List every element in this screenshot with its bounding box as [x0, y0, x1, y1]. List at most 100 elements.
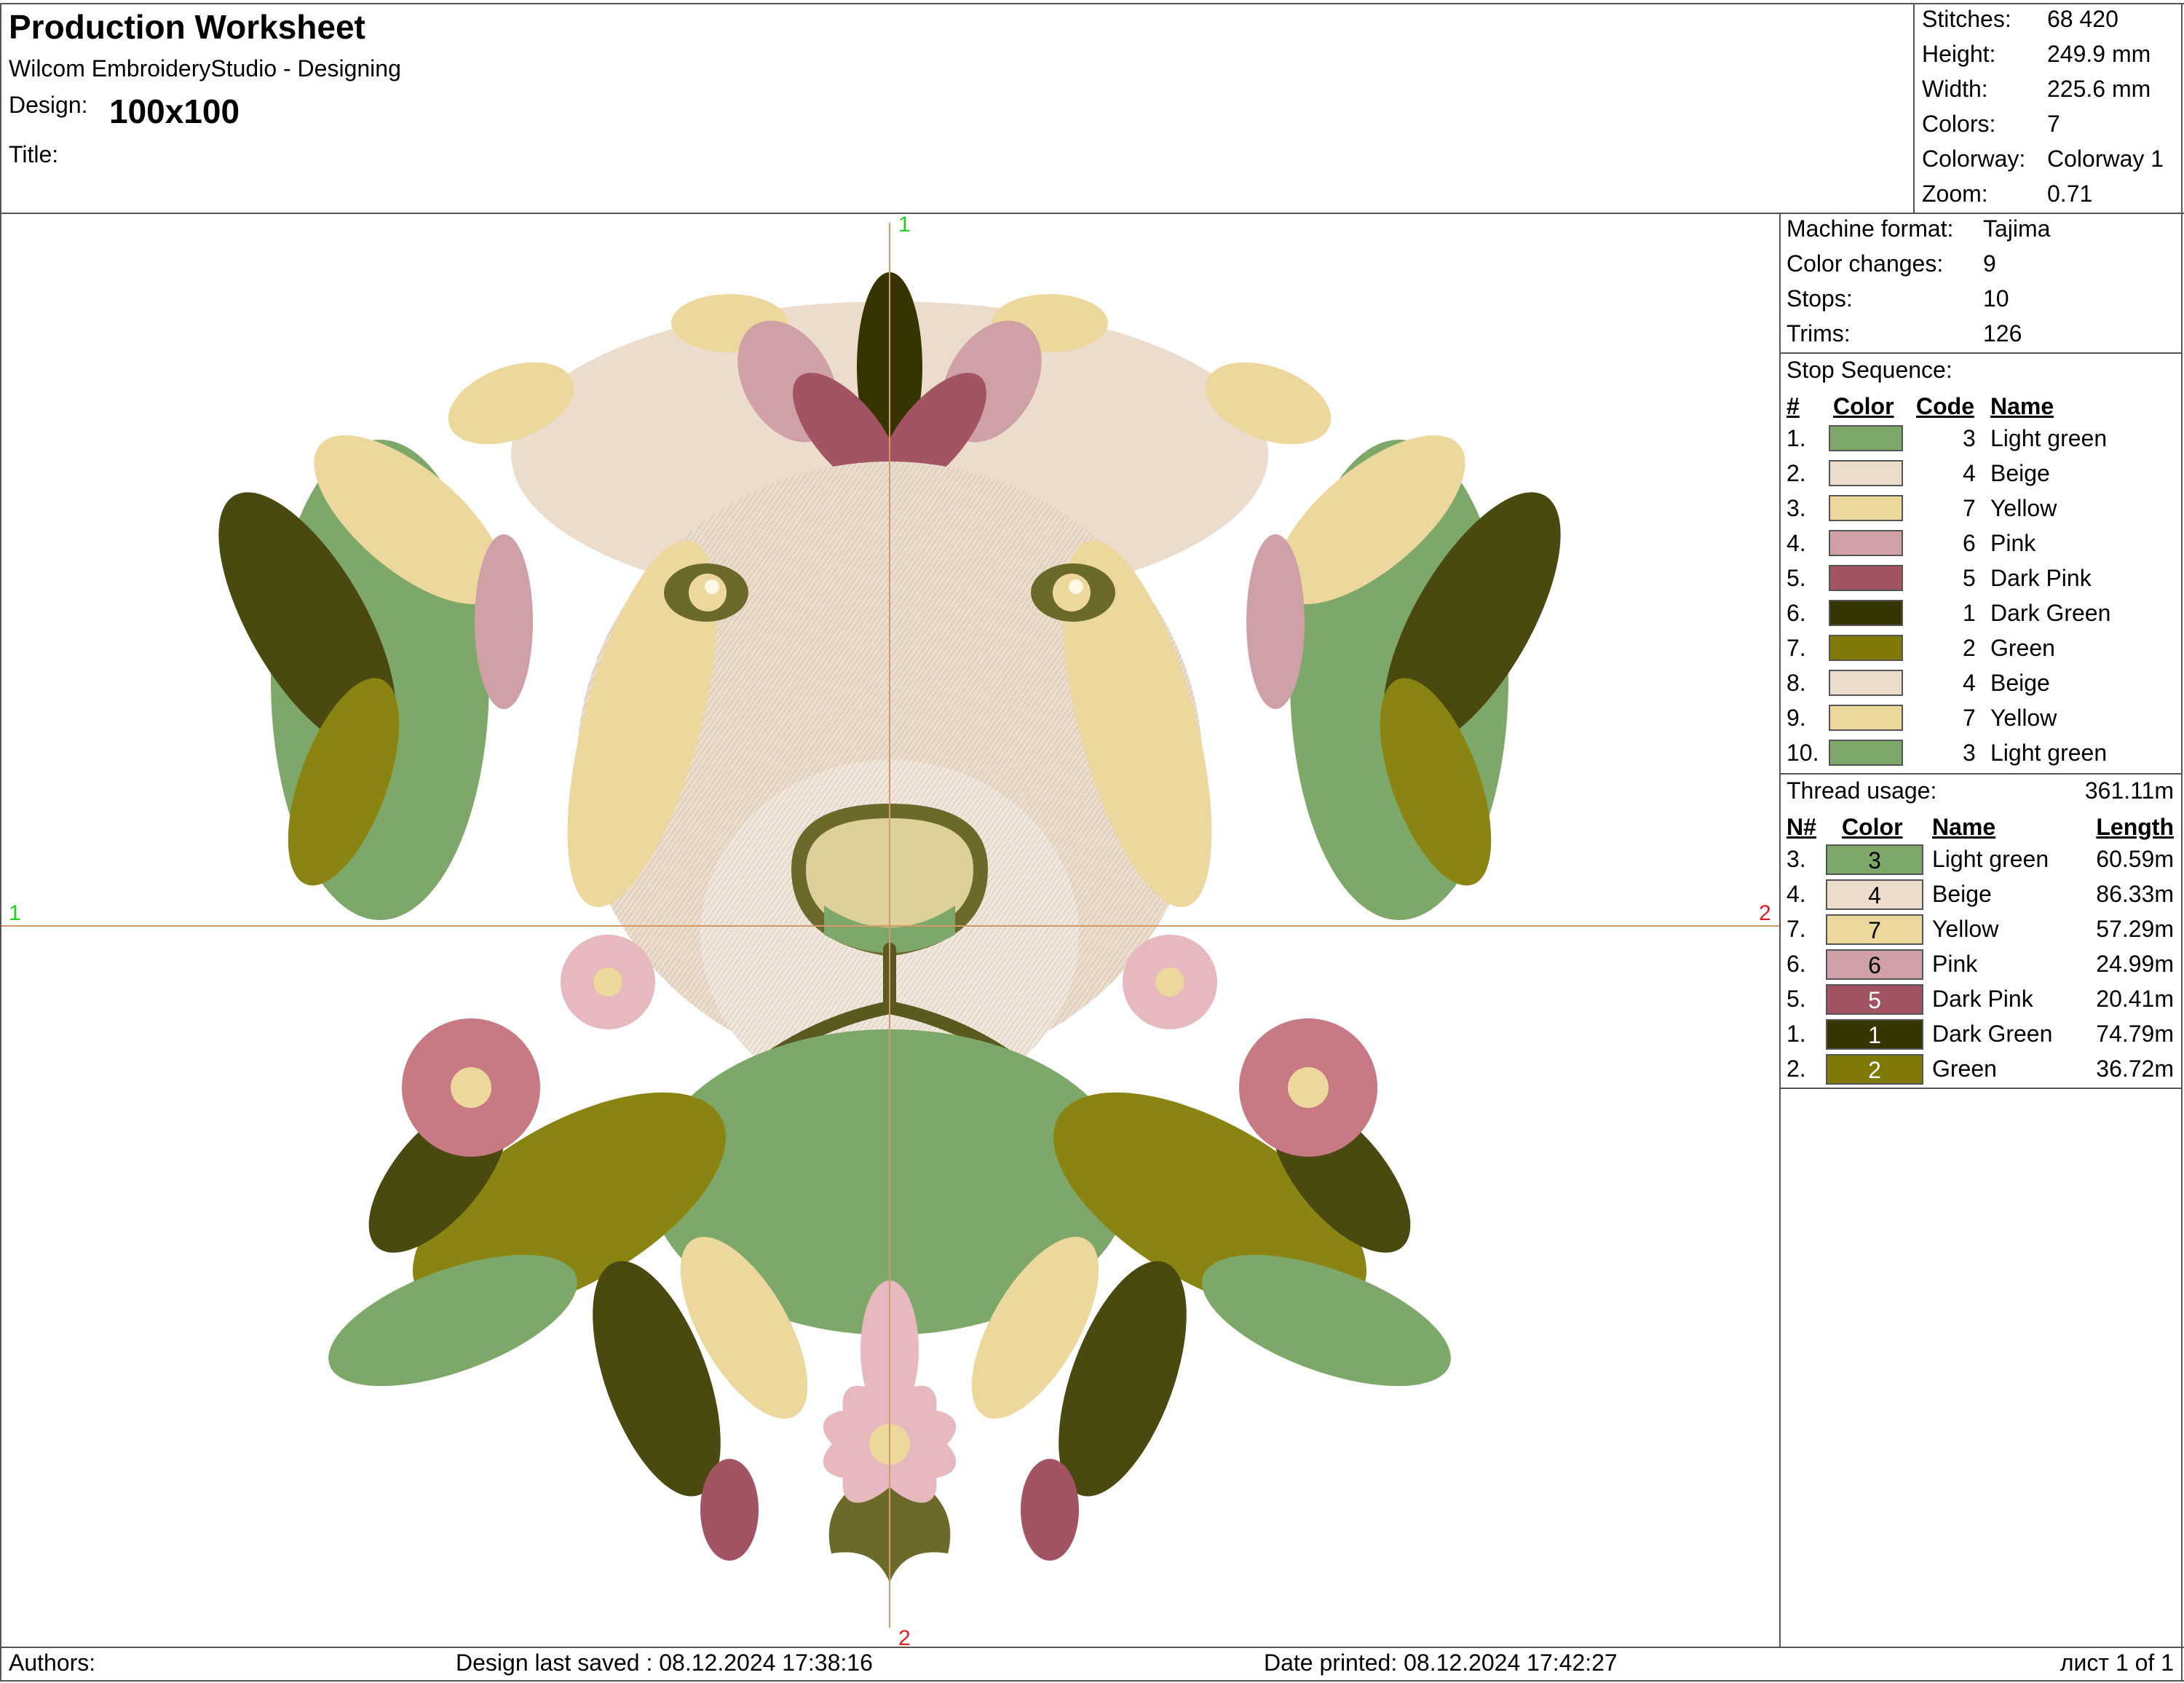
stop-code: 4	[1963, 670, 1976, 696]
stop-num: 1.	[1787, 425, 1806, 451]
stop-color-swatch	[1829, 635, 1903, 661]
stop-name: Dark Pink	[1990, 565, 2092, 591]
thread-header-color: Color	[1842, 814, 1903, 840]
top-border	[0, 3, 2184, 4]
crosshair: 1 2 1 2	[1, 214, 1779, 1647]
embroidery-design-preview: 1 2 1 2	[1, 214, 1779, 1647]
thread-num: 4.	[1787, 881, 1806, 907]
stop-color-swatch	[1829, 600, 1903, 626]
stop-name: Beige	[1990, 460, 2050, 486]
thread-num: 7.	[1787, 916, 1806, 942]
stop-color-swatch	[1829, 565, 1903, 591]
stop-header-code: Code	[1916, 393, 1974, 419]
thread-color-swatch: 2	[1826, 1054, 1923, 1085]
stop-color-swatch	[1829, 740, 1903, 766]
stop-header-color: Color	[1833, 393, 1894, 419]
thread-color-swatch: 3	[1826, 844, 1923, 875]
small-right-flower	[1123, 935, 1217, 1029]
crosshair-bottom-label: 2	[898, 1626, 911, 1647]
design-value: 100x100	[109, 92, 240, 130]
thread-name: Dark Green	[1932, 1021, 2053, 1047]
stat-value: 7	[2047, 111, 2060, 137]
stop-num: 2.	[1787, 460, 1806, 486]
thread-length: 74.79m	[2096, 1021, 2174, 1047]
footer-divider	[0, 1647, 2184, 1648]
stop-color-swatch	[1829, 670, 1903, 696]
stat-value: 249.9 mm	[2047, 41, 2151, 67]
right-border	[2181, 3, 2183, 1682]
stop-color-swatch	[1829, 495, 1903, 521]
stop-num: 4.	[1787, 530, 1806, 556]
machine-value: Tajima	[1983, 215, 2051, 242]
thread-length: 86.33m	[2096, 881, 2174, 907]
authors-label: Authors:	[9, 1650, 96, 1676]
stop-divider	[1779, 773, 2183, 775]
left-flower	[402, 1018, 540, 1157]
thread-color-swatch: 5	[1826, 984, 1923, 1015]
stop-num: 6.	[1787, 600, 1806, 626]
thread-num: 3.	[1787, 846, 1806, 872]
stop-color-swatch	[1829, 530, 1903, 556]
stop-num: 7.	[1787, 635, 1806, 661]
machine-divider	[1779, 352, 2183, 354]
stop-code: 3	[1963, 425, 1976, 451]
stat-label: Width:	[1922, 76, 1988, 102]
stop-header-num: #	[1787, 393, 1800, 419]
page-number: лист 1 of 1	[2060, 1650, 2174, 1676]
stat-label: Stitches:	[1922, 6, 2011, 32]
stop-num: 8.	[1787, 670, 1806, 696]
stop-num: 3.	[1787, 495, 1806, 521]
thread-name: Beige	[1932, 881, 1992, 907]
crosshair-top-label: 1	[898, 214, 911, 237]
crosshair-left-label: 1	[9, 901, 21, 925]
title-label: Title:	[9, 141, 59, 167]
thread-name: Pink	[1932, 951, 1978, 977]
thread-length: 36.72m	[2096, 1056, 2174, 1082]
thread-divider	[1779, 1088, 2183, 1089]
stop-code: 7	[1963, 495, 1976, 521]
thread-name: Light green	[1932, 846, 2049, 872]
worksheet-title: Production Worksheet	[9, 8, 365, 46]
stop-color-swatch	[1829, 425, 1903, 451]
stop-name: Yellow	[1990, 495, 2057, 521]
bottom-border	[0, 1680, 2184, 1682]
crosshair-right-label: 2	[1759, 901, 1771, 925]
thread-color-swatch: 7	[1826, 914, 1923, 945]
stat-label: Height:	[1922, 41, 1996, 67]
thread-usage-title: Thread usage:	[1787, 777, 1937, 804]
design-label: Design:	[9, 92, 88, 118]
stat-value: 225.6 mm	[2047, 76, 2151, 102]
stop-name: Light green	[1990, 740, 2108, 766]
thread-name: Yellow	[1932, 916, 1999, 942]
panel-divider	[1779, 213, 1781, 1648]
thread-color-swatch: 1	[1826, 1019, 1923, 1050]
thread-length: 60.59m	[2096, 846, 2174, 872]
stop-code: 3	[1963, 740, 1976, 766]
stop-num: 5.	[1787, 565, 1806, 591]
stop-name: Pink	[1990, 530, 2036, 556]
stop-color-swatch	[1829, 460, 1903, 486]
thread-header-length: Length	[2096, 814, 2174, 840]
stop-code: 5	[1963, 565, 1976, 591]
thread-usage-total: 361.11m	[2084, 777, 2174, 804]
stats-divider	[1913, 3, 1915, 214]
machine-value: 10	[1983, 285, 2009, 312]
machine-label: Trims:	[1787, 320, 1851, 346]
thread-color-swatch: 4	[1826, 879, 1923, 910]
stop-header-name: Name	[1990, 393, 2054, 419]
stat-value: Colorway 1	[2047, 146, 2164, 172]
machine-label: Color changes:	[1787, 250, 1944, 277]
thread-name: Dark Pink	[1932, 986, 2033, 1012]
stat-value: 0.71	[2047, 181, 2093, 207]
stop-code: 2	[1963, 635, 1976, 661]
thread-num: 1.	[1787, 1021, 1806, 1047]
thread-num: 5.	[1787, 986, 1806, 1012]
machine-value: 126	[1983, 320, 2022, 346]
last-saved: Design last saved : 08.12.2024 17:38:16	[456, 1650, 873, 1676]
stop-color-swatch	[1829, 705, 1903, 731]
machine-value: 9	[1983, 250, 1996, 277]
thread-num: 6.	[1787, 951, 1806, 977]
app-name: Wilcom EmbroideryStudio - Designing	[9, 55, 401, 82]
stat-label: Colors:	[1922, 111, 1996, 137]
stop-num: 9.	[1787, 705, 1806, 731]
